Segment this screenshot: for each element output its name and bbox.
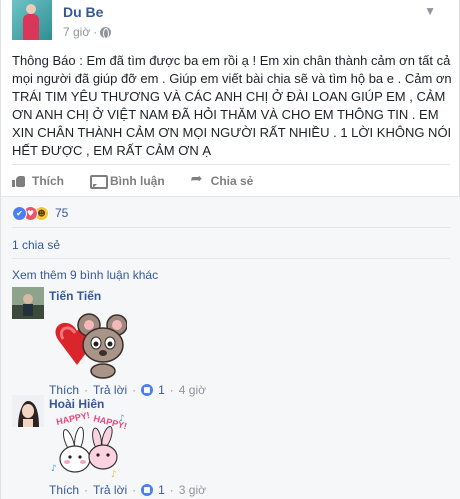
post-time[interactable]: 7 giờ — [63, 25, 90, 39]
post-text: Thông Báo : Em đã tìm được ba em rồi ạ !… — [12, 53, 452, 158]
action-bar: Thích Bình luận Chia sẻ — [12, 170, 450, 192]
mouse-heart-sticker[interactable] — [49, 311, 128, 379]
commenter-name[interactable]: Tiến Tiến — [49, 289, 101, 303]
like-icon: ✔ — [12, 205, 27, 221]
like-button[interactable]: Thích — [12, 170, 64, 192]
reactions-summary[interactable]: ✔ ♥ ☻ 75 — [12, 205, 68, 221]
share-count[interactable]: 1 chia sẻ — [12, 238, 60, 252]
svg-text:♪: ♪ — [111, 470, 117, 479]
divider — [12, 164, 450, 165]
chevron-down-icon[interactable]: ▼ — [424, 4, 436, 18]
share-icon — [191, 171, 205, 188]
svg-text:♪: ♪ — [51, 464, 57, 474]
comment-time[interactable]: 3 giờ — [179, 483, 206, 497]
comment-button[interactable]: Bình luận — [90, 170, 165, 192]
reaction-count[interactable]: 75 — [55, 206, 68, 220]
comments-section: ✔ ♥ ☻ 75 1 chia sẻ Xem thêm 9 bình luận … — [1, 196, 460, 499]
comment-reply-link[interactable]: Trả lời — [93, 483, 127, 497]
sticker-text-happy-1: HAPPY! — [55, 411, 90, 427]
comment-label: Bình luận — [110, 174, 165, 188]
author-name[interactable]: Du Be — [63, 4, 103, 20]
like-icon — [141, 484, 154, 496]
comment-like-link[interactable]: Thích — [49, 483, 79, 497]
post-meta: 7 giờ · — [63, 25, 112, 39]
commenter-name[interactable]: Hoài Hiên — [49, 397, 104, 411]
commenter-avatar[interactable] — [12, 395, 44, 427]
see-more-comments[interactable]: Xem thêm 9 bình luận khác — [12, 268, 158, 282]
comment-item: Tiến Tiến Thích · Trả lời · 1 · 4 giờ — [12, 287, 442, 397]
comment-like-count[interactable]: 1 — [158, 483, 165, 497]
globe-icon[interactable] — [100, 26, 112, 39]
author-avatar[interactable] — [12, 0, 52, 40]
share-button[interactable]: Chia sẻ — [191, 170, 254, 192]
commenter-avatar[interactable] — [12, 287, 44, 319]
bunny-happy-sticker[interactable]: HAPPY! HAPPY! ♪ ♪ ♪ — [49, 410, 128, 480]
like-label: Thích — [32, 174, 64, 188]
share-label: Chia sẻ — [210, 174, 254, 188]
comment-icon — [90, 174, 108, 189]
like-icon — [12, 174, 26, 188]
svg-text:♪: ♪ — [119, 414, 125, 424]
post-card: Du Be 7 giờ · ▼ Thông Báo : Em đã tìm đư… — [0, 0, 460, 499]
divider — [12, 227, 450, 228]
comment-item: Hoài Hiên HAPPY! HAPPY! ♪ ♪ ♪ Thích · Tr… — [12, 395, 442, 499]
divider — [12, 258, 450, 259]
comment-actions: Thích · Trả lời · 1 · 3 giờ — [49, 483, 207, 497]
post-header: Du Be 7 giờ · ▼ — [12, 0, 452, 46]
